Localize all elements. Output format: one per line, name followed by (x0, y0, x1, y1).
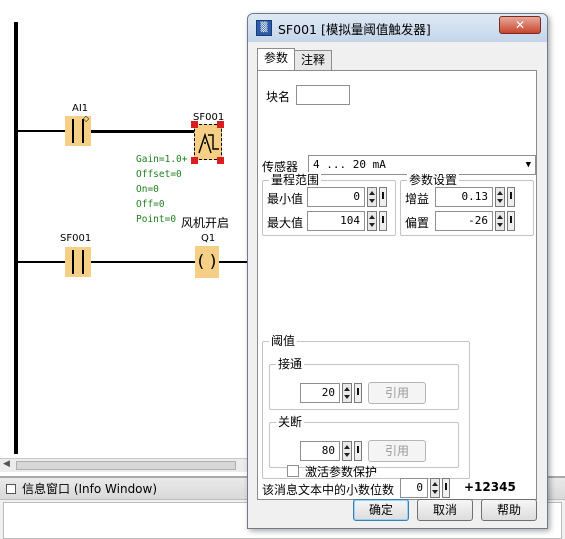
off-reference-button[interactable]: 引用 (368, 440, 426, 462)
selection-handle-tr[interactable] (217, 121, 224, 128)
tab-strip: 参数 注释 (257, 48, 333, 70)
protect-label: 激活参数保护 (305, 465, 378, 479)
rung-2-wire-right (219, 261, 247, 263)
selection-handle-tl[interactable] (191, 121, 198, 128)
rung-1-wire-mid (91, 130, 195, 133)
coil-q1-label: Q1 (201, 233, 216, 244)
contact-marker-icon: ◇ (83, 114, 90, 123)
gain-label: 增益 (405, 192, 430, 206)
contact-sf001[interactable] (65, 247, 91, 277)
fb-param: Offset=0 (136, 169, 182, 180)
sf001-dialog: ▒ SF001 [模拟量阈值触发器] ✕ 参数 注释 块名 传感器 4 ... … (247, 13, 548, 529)
scroll-left-icon[interactable]: ◀ (3, 459, 10, 469)
dialog-titlebar[interactable]: ▒ SF001 [模拟量阈值触发器] ✕ (248, 14, 547, 42)
window-icon (6, 483, 16, 494)
selection-handle-bl[interactable] (191, 157, 198, 164)
decimal-spinner[interactable] (430, 478, 440, 498)
fb-param: On=0 (136, 184, 159, 195)
threshold-symbol-icon (198, 132, 219, 154)
power-rail (14, 22, 18, 454)
decimal-preview: +12345 (464, 480, 516, 494)
max-label: 最大值 (267, 216, 304, 230)
decimal-ibeam-button[interactable]: I (442, 478, 450, 498)
ok-button[interactable]: 确定 (353, 499, 409, 521)
coil-q1[interactable]: ( ) (195, 246, 219, 278)
min-ibeam-button[interactable]: I (379, 187, 387, 207)
on-value-input[interactable]: 20 (300, 383, 340, 403)
gain-spinner[interactable] (495, 187, 505, 207)
offset-ibeam-button[interactable]: I (507, 211, 515, 231)
decimal-places-input[interactable]: 0 (400, 478, 428, 498)
min-spinner[interactable] (367, 187, 377, 207)
contact-ai1-label: AI1 (72, 103, 89, 114)
range-group-legend: 量程范围 (269, 172, 322, 188)
off-legend: 关断 (276, 414, 305, 430)
tab-comment[interactable]: 注释 (294, 50, 333, 70)
fb-parameter-list: Gain=1.0+ Offset=0 On=0 Off=0 Point=0 (136, 152, 187, 227)
sensor-value: 4 ... 20 mA (313, 158, 386, 171)
fb-sf001[interactable] (194, 124, 222, 160)
on-legend: 接通 (276, 356, 305, 372)
gain-ibeam-button[interactable]: I (507, 187, 515, 207)
fb-param: Off=0 (136, 199, 165, 210)
off-spinner[interactable] (342, 441, 352, 461)
cancel-button[interactable]: 取消 (417, 499, 473, 521)
param-group-legend: 参数设置 (407, 172, 460, 188)
max-value-input[interactable]: 104 (307, 211, 365, 231)
min-label: 最小值 (267, 192, 304, 206)
off-subgroup: 关断 80 I 引用 (269, 414, 459, 468)
help-button[interactable]: 帮助 (481, 499, 537, 521)
app-icon: ▒ (256, 20, 272, 36)
rung-1-wire-left (18, 130, 66, 132)
min-value-input[interactable]: 0 (307, 187, 365, 207)
offset-label: 偏置 (405, 216, 430, 230)
tab-parameters[interactable]: 参数 (257, 48, 296, 70)
scroll-thumb[interactable] (16, 461, 236, 470)
fb-param: Point=0 (136, 214, 177, 225)
rung-2-wire-mid (91, 261, 195, 263)
info-window-title: 信息窗口 (Info Window) (22, 482, 158, 496)
parameters-panel: 块名 传感器 4 ... 20 mA ▼ 量程范围 最小值 0 I 最大值 10… (257, 70, 537, 500)
block-name-label: 块名 (266, 90, 291, 104)
threshold-group: 阈值 接通 20 I 引用 关断 80 I 引用 (262, 333, 470, 479)
off-ibeam-button[interactable]: I (354, 441, 362, 461)
rung-2-wire-left (18, 261, 66, 263)
block-name-input[interactable] (296, 85, 350, 105)
fb-param: Gain=1.0+ (136, 154, 188, 165)
off-value-input[interactable]: 80 (300, 441, 340, 461)
threshold-group-legend: 阈值 (269, 333, 298, 349)
on-subgroup: 接通 20 I 引用 (269, 356, 459, 410)
protect-checkbox[interactable] (287, 465, 299, 477)
dropdown-arrow-icon[interactable]: ▼ (526, 156, 531, 174)
max-ibeam-button[interactable]: I (379, 211, 387, 231)
max-spinner[interactable] (367, 211, 377, 231)
contact-sf001-label: SF001 (60, 233, 92, 244)
coil-comment: 风机开启 (181, 216, 230, 230)
decimal-places-label: 该消息文本中的小数位数 (262, 483, 395, 497)
on-spinner[interactable] (342, 383, 352, 403)
selection-handle-br[interactable] (217, 157, 224, 164)
on-ibeam-button[interactable]: I (354, 383, 362, 403)
range-group: 量程范围 最小值 0 I 最大值 104 I (262, 172, 396, 236)
horizontal-scrollbar[interactable]: ◀ (0, 458, 260, 472)
gain-value-input[interactable]: 0.13 (435, 187, 493, 207)
dialog-title: SF001 [模拟量阈值触发器] (278, 21, 431, 37)
offset-value-input[interactable]: -26 (435, 211, 493, 231)
close-button[interactable]: ✕ (499, 16, 541, 34)
dialog-client: 参数 注释 块名 传感器 4 ... 20 mA ▼ 量程范围 最小值 0 I … (253, 44, 543, 524)
on-reference-button[interactable]: 引用 (368, 382, 426, 404)
offset-spinner[interactable] (495, 211, 505, 231)
param-group: 参数设置 增益 0.13 I 偏置 -26 I (400, 172, 534, 236)
